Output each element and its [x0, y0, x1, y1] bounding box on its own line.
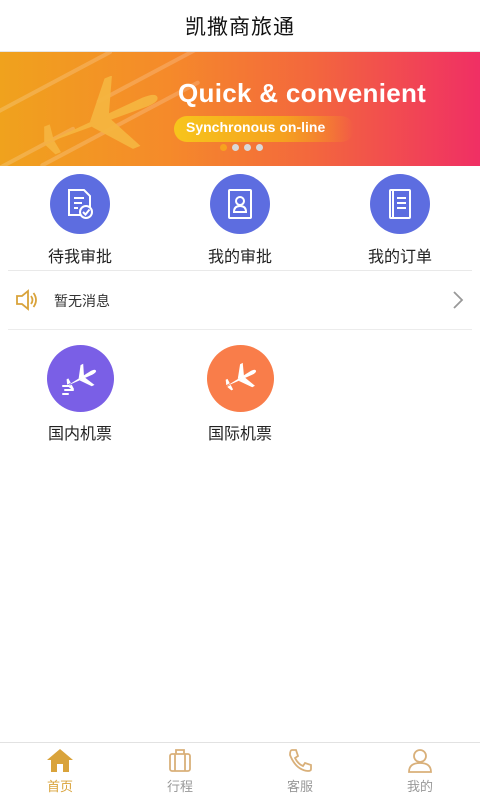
tab-mine[interactable]: 我的	[360, 747, 480, 795]
quick-action-my-approval[interactable]: 我的审批	[175, 174, 305, 267]
service-domestic-flight[interactable]: 国内机票	[15, 345, 145, 444]
quick-action-label: 待我审批	[47, 247, 112, 266]
suitcase-icon	[169, 749, 191, 772]
tab-home[interactable]: 首页	[0, 747, 120, 795]
notice-text: 暂无消息	[54, 294, 110, 310]
carousel-dot[interactable]	[220, 144, 227, 151]
app-title: 凯撒商旅通	[185, 14, 295, 39]
tab-label: 首页	[46, 780, 73, 795]
quick-action-label: 我的订单	[367, 247, 432, 266]
tab-customer-service[interactable]: 客服	[240, 747, 360, 795]
tab-itinerary[interactable]: 行程	[120, 747, 240, 795]
divider	[8, 329, 472, 330]
banner-headline: Quick & convenient	[178, 78, 427, 108]
service-international-flight[interactable]: 国际机票	[175, 345, 305, 444]
tab-label: 行程	[166, 780, 193, 795]
quick-action-my-orders[interactable]: 我的订单	[335, 174, 465, 267]
speaker-icon	[16, 289, 37, 311]
chevron-right-icon	[453, 291, 464, 309]
airplane-icon	[206, 345, 274, 412]
title-bar: 凯撒商旅通	[0, 0, 480, 52]
quick-action-pending-approval[interactable]: 待我审批	[15, 174, 145, 267]
id-card-person-icon	[210, 174, 270, 234]
carousel-dot[interactable]	[232, 144, 239, 151]
tab-label: 我的	[406, 780, 433, 795]
phone-icon	[289, 749, 312, 772]
airplane-departure-icon	[46, 345, 114, 412]
promo-banner[interactable]: Quick & convenient Synchronous on-line	[0, 52, 480, 166]
banner-subline: Synchronous on-line	[186, 119, 326, 135]
carousel-dot[interactable]	[256, 144, 263, 151]
service-label: 国内机票	[47, 424, 112, 443]
notebook-list-icon	[370, 174, 430, 234]
banner-airplane-icon	[40, 76, 158, 155]
home-icon	[47, 749, 73, 772]
service-label: 国际机票	[207, 424, 272, 443]
quick-action-label: 我的审批	[207, 247, 272, 266]
quick-actions: 待我审批 我的审批 我的订单	[0, 166, 480, 270]
notice-bar[interactable]: 暂无消息	[0, 271, 480, 329]
carousel-dots[interactable]	[220, 144, 263, 151]
carousel-dot[interactable]	[244, 144, 251, 151]
document-check-icon	[50, 174, 110, 234]
user-icon	[408, 749, 432, 773]
tab-label: 客服	[286, 780, 313, 795]
bottom-tab-bar: 首页 行程 客服 我的	[0, 742, 480, 800]
